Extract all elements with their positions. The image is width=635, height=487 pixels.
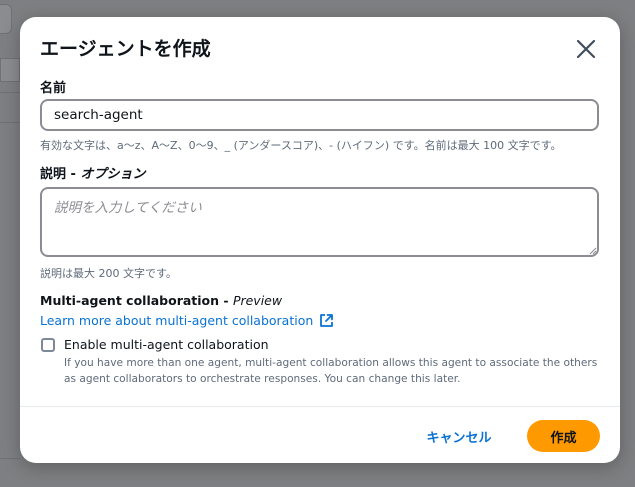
create-button[interactable]: 作成 (527, 420, 600, 452)
background-divider (0, 458, 20, 459)
optional-label: オプション (80, 167, 146, 182)
description-label-text: 説明 - (40, 167, 81, 182)
footer-divider (20, 406, 620, 407)
modal-title: エージェントを作成 (40, 38, 211, 60)
learn-more-link[interactable]: Learn more about multi-agent collaborati… (40, 313, 334, 328)
background-divider (0, 92, 20, 93)
learn-more-link-text: Learn more about multi-agent collaborati… (40, 313, 314, 328)
preview-label: Preview (232, 293, 283, 308)
description-label: 説明 - オプション (40, 163, 145, 182)
name-hint: 有効な文字は、a～z、A～Z、0～9、_ (アンダースコア)、- (ハイフン) … (40, 139, 562, 152)
description-textarea[interactable] (40, 187, 599, 257)
background-fragment (0, 4, 12, 34)
multi-agent-checkbox[interactable] (41, 338, 55, 352)
cancel-button[interactable]: キャンセル (417, 420, 501, 452)
name-label: 名前 (40, 81, 67, 96)
external-link-icon (320, 314, 334, 327)
modal-header: エージェントを作成 (40, 35, 600, 65)
name-input[interactable] (40, 99, 599, 131)
background-fragment (0, 58, 20, 82)
create-agent-modal: エージェントを作成 名前 有効な文字は、a～z、A～Z、0～9、_ (アンダース… (20, 17, 620, 463)
description-hint: 説明は最大 200 文字です。 (40, 267, 177, 280)
multi-agent-checkbox-label[interactable]: Enable multi-agent collaboration (64, 337, 269, 352)
collaboration-title-text: Multi-agent collaboration - (40, 293, 233, 308)
close-icon (576, 39, 596, 59)
multi-agent-description: If you have more than one agent, multi-a… (64, 357, 598, 385)
close-button[interactable] (574, 37, 598, 61)
background-divider (0, 122, 20, 123)
resize-grip-icon[interactable] (589, 247, 597, 255)
collaboration-section-title: Multi-agent collaboration - Preview (40, 293, 282, 308)
